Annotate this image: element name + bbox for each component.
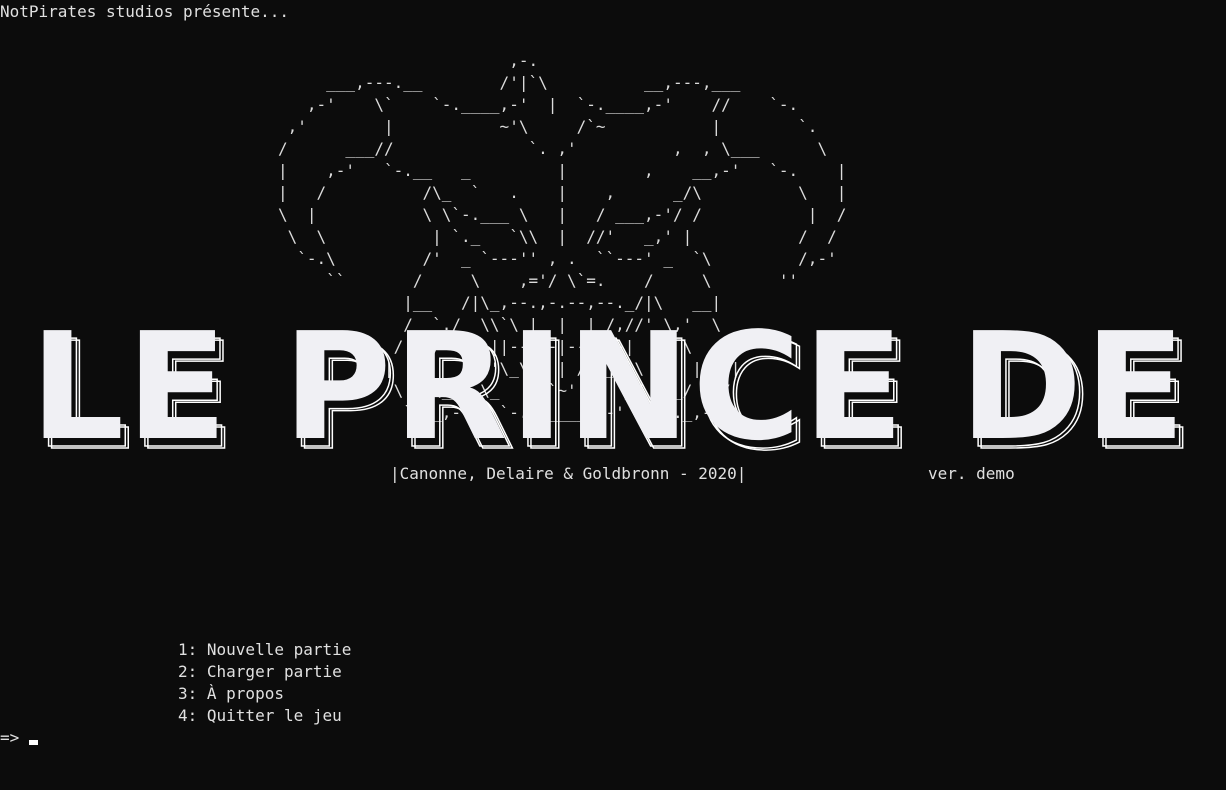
prompt-symbol: => bbox=[0, 728, 20, 747]
menu-item-about[interactable]: 3: À propos bbox=[178, 683, 284, 705]
command-prompt[interactable]: => bbox=[0, 727, 39, 749]
title-main-text: LE PRINCE DEMON bbox=[30, 320, 1200, 460]
menu-item-quit[interactable]: 4: Quitter le jeu bbox=[178, 705, 342, 727]
game-title-logo: LE PRINCE DEMON LE PRINCE DEMON LE PRINC… bbox=[30, 320, 1200, 460]
menu-item-new-game[interactable]: 1: Nouvelle partie bbox=[178, 639, 351, 661]
version-label: ver. demo bbox=[928, 464, 1015, 483]
menu-item-load-game[interactable]: 2: Charger partie bbox=[178, 661, 342, 683]
text-cursor bbox=[29, 740, 39, 745]
presents-text: NotPirates studios présente... bbox=[0, 2, 289, 21]
console-window: NotPirates studios présente... ,-. ___,-… bbox=[0, 0, 1226, 790]
credits-text: |Canonne, Delaire & Goldbronn - 2020| bbox=[390, 463, 747, 485]
